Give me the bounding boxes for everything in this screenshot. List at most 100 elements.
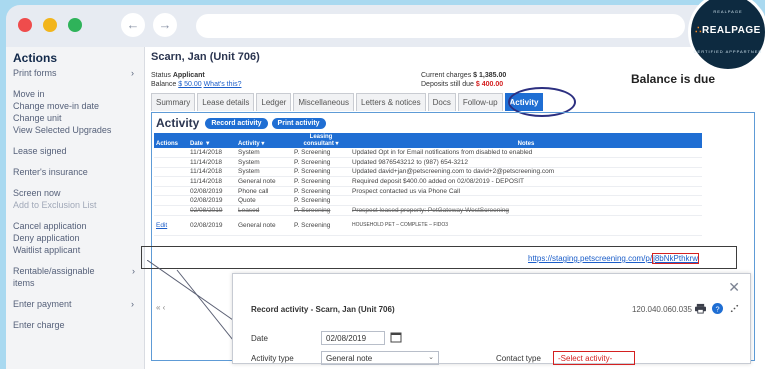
actions-sidebar: Actions Print forms › Move in Change mov… — [6, 47, 145, 369]
sidebar-title: Actions — [13, 51, 58, 65]
cell-consultant: P. Screening — [292, 195, 350, 207]
minimize-window-button[interactable] — [43, 18, 57, 32]
whats-this-link[interactable]: What's this? — [204, 81, 242, 88]
maximize-window-button[interactable] — [68, 18, 82, 32]
forward-arrow-icon[interactable]: → — [153, 13, 177, 37]
badge-brand: ∴REALPAGE — [691, 25, 765, 36]
tab-letters-notices[interactable]: Letters & notices — [356, 93, 426, 111]
table-row: 02/08/2019 Quote P. Screening — [154, 195, 702, 207]
sidebar-item-move-in[interactable]: Move in — [13, 88, 144, 100]
sidebar-item-lease-signed[interactable]: Lease signed — [13, 145, 144, 157]
chevron-down-icon: ⌄ — [428, 354, 434, 361]
column-header-notes[interactable]: Notes — [350, 133, 702, 148]
close-window-button[interactable] — [18, 18, 32, 32]
activity-type-value: General note — [326, 354, 373, 363]
edit-link[interactable]: Edit — [154, 215, 188, 236]
sidebar-item-deny-application[interactable]: Deny application — [13, 232, 144, 244]
sidebar-item-label: Rentable/assignable items — [13, 266, 95, 288]
tab-summary[interactable]: Summary — [151, 93, 196, 111]
current-charges-value: $ 1,385.00 — [473, 72, 507, 79]
tab-lease-details[interactable]: Lease details — [197, 93, 255, 111]
column-header-label: Leasing consultant — [303, 134, 334, 147]
badge-brand-text: REALPAGE — [702, 25, 761, 36]
sidebar-item-label: Print forms — [13, 68, 57, 78]
page-title: Scarn, Jan (Unit 706) — [151, 51, 260, 63]
sidebar-item-change-move-in-date[interactable]: Change move-in date — [13, 100, 144, 112]
date-label: Date — [251, 334, 268, 343]
cell-consultant: P. Screening — [292, 157, 350, 168]
sidebar-item-add-exclusion[interactable]: Add to Exclusion List — [13, 199, 144, 211]
calendar-icon[interactable] — [390, 331, 402, 343]
cell-consultant: P. Screening — [292, 186, 350, 197]
back-arrow-icon[interactable]: ← — [121, 13, 145, 37]
print-icon[interactable] — [695, 303, 706, 314]
help-icon[interactable]: ? — [712, 303, 723, 314]
sidebar-item-change-unit[interactable]: Change unit — [13, 112, 144, 124]
cell-date: 11/14/2018 — [188, 148, 236, 159]
activity-panel-header: Activity Record activity Print activity — [152, 113, 754, 133]
cell-activity: Leased — [236, 205, 292, 216]
cell-notes: Prospect contacted us via Phone Call — [350, 186, 702, 197]
cell-consultant: P. Screening — [292, 176, 350, 187]
cell-action — [154, 167, 188, 178]
table-row: 11/14/2018 System P. Screening Updated d… — [154, 167, 702, 178]
deposits-label: Deposits still due — [421, 81, 474, 88]
contact-type-select[interactable]: -Select activity- — [553, 351, 635, 365]
cell-notes: Required deposit $400.00 added on 02/08/… — [350, 176, 702, 187]
cell-consultant: P. Screening — [292, 148, 350, 159]
cell-action — [154, 205, 188, 216]
tab-ledger[interactable]: Ledger — [256, 93, 292, 111]
activity-type-label: Activity type — [251, 354, 294, 363]
modal-toolbar: ? — [695, 303, 740, 314]
sidebar-item-waitlist-applicant[interactable]: Waitlist applicant — [13, 244, 144, 256]
close-icon[interactable]: ✕ — [728, 279, 740, 296]
tab-miscellaneous[interactable]: Miscellaneous — [293, 93, 355, 111]
cell-action — [154, 148, 188, 159]
table-row: 11/14/2018 System P. Screening Updated O… — [154, 148, 702, 159]
sidebar-item-screen-now[interactable]: Screen now — [13, 187, 144, 199]
balance-due-text: Balance is due — [631, 72, 716, 86]
cell-action — [154, 176, 188, 187]
badge-ring-bottom: CERTIFIED APPPARTNER — [693, 49, 763, 54]
sidebar-item-view-upgrades[interactable]: View Selected Upgrades — [13, 124, 144, 136]
balance-link[interactable]: $ 50.00 — [178, 81, 201, 88]
sidebar-item-rentable-items[interactable]: Rentable/assignable items › — [13, 265, 135, 289]
contact-type-label: Contact type — [496, 354, 541, 363]
activity-title: Activity — [156, 116, 200, 130]
cell-activity: General note — [236, 215, 292, 236]
cell-consultant: P. Screening — [292, 215, 350, 236]
cell-activity: General note — [236, 176, 292, 187]
activity-type-select[interactable]: General note ⌄ — [321, 351, 439, 365]
cell-date: 11/14/2018 — [188, 167, 236, 178]
print-activity-button[interactable]: Print activity — [271, 117, 326, 129]
cell-date: 02/08/2019 — [188, 215, 236, 236]
column-header-date[interactable]: Date ▼ — [188, 133, 236, 148]
address-bar[interactable] — [196, 14, 685, 38]
petscreening-url-link[interactable]: https://staging.petscreening.com/p/j8bNk… — [528, 253, 699, 264]
cell-notes: HOUSEHOLD PET – COMPLETE – FIDO3 — [350, 215, 702, 236]
tab-follow-up[interactable]: Follow-up — [457, 93, 503, 111]
sidebar-item-cancel-application[interactable]: Cancel application — [13, 220, 144, 232]
cell-consultant: P. Screening — [292, 205, 350, 216]
cell-activity: System — [236, 167, 292, 178]
column-header-activity[interactable]: Activity ▾ — [236, 133, 292, 148]
tab-bar: Summary Lease details Ledger Miscellaneo… — [151, 93, 545, 111]
charges-block: Current charges $ 1,385.00 Deposits stil… — [421, 71, 506, 89]
status-block: Status Applicant Balance $ 50.00 What's … — [151, 71, 241, 89]
record-activity-button[interactable]: Record activity — [205, 117, 268, 129]
column-header-actions[interactable]: Actions — [154, 133, 188, 148]
chevron-right-icon: › — [132, 266, 135, 276]
date-input[interactable]: 02/08/2019 — [321, 331, 385, 345]
sidebar-item-print-forms[interactable]: Print forms › — [13, 67, 144, 79]
expand-icon[interactable] — [729, 303, 740, 314]
badge-ring-top: REALPAGE — [713, 9, 743, 14]
sidebar-item-enter-payment[interactable]: Enter payment › — [13, 298, 144, 310]
sidebar-item-renters-insurance[interactable]: Renter's insurance — [13, 166, 144, 178]
url-prefix: https://staging.petscreening.com/p/ — [528, 254, 653, 263]
modal-resident-name: Scarn, Jan (Unit 706) — [315, 305, 395, 314]
cell-notes — [350, 195, 702, 207]
table-row: 11/14/2018 System P. Screening Updated 9… — [154, 157, 702, 168]
sidebar-item-enter-charge[interactable]: Enter charge — [13, 319, 144, 331]
tab-docs[interactable]: Docs — [427, 93, 456, 111]
column-header-consultant[interactable]: Leasing consultant ▾ — [292, 133, 350, 148]
